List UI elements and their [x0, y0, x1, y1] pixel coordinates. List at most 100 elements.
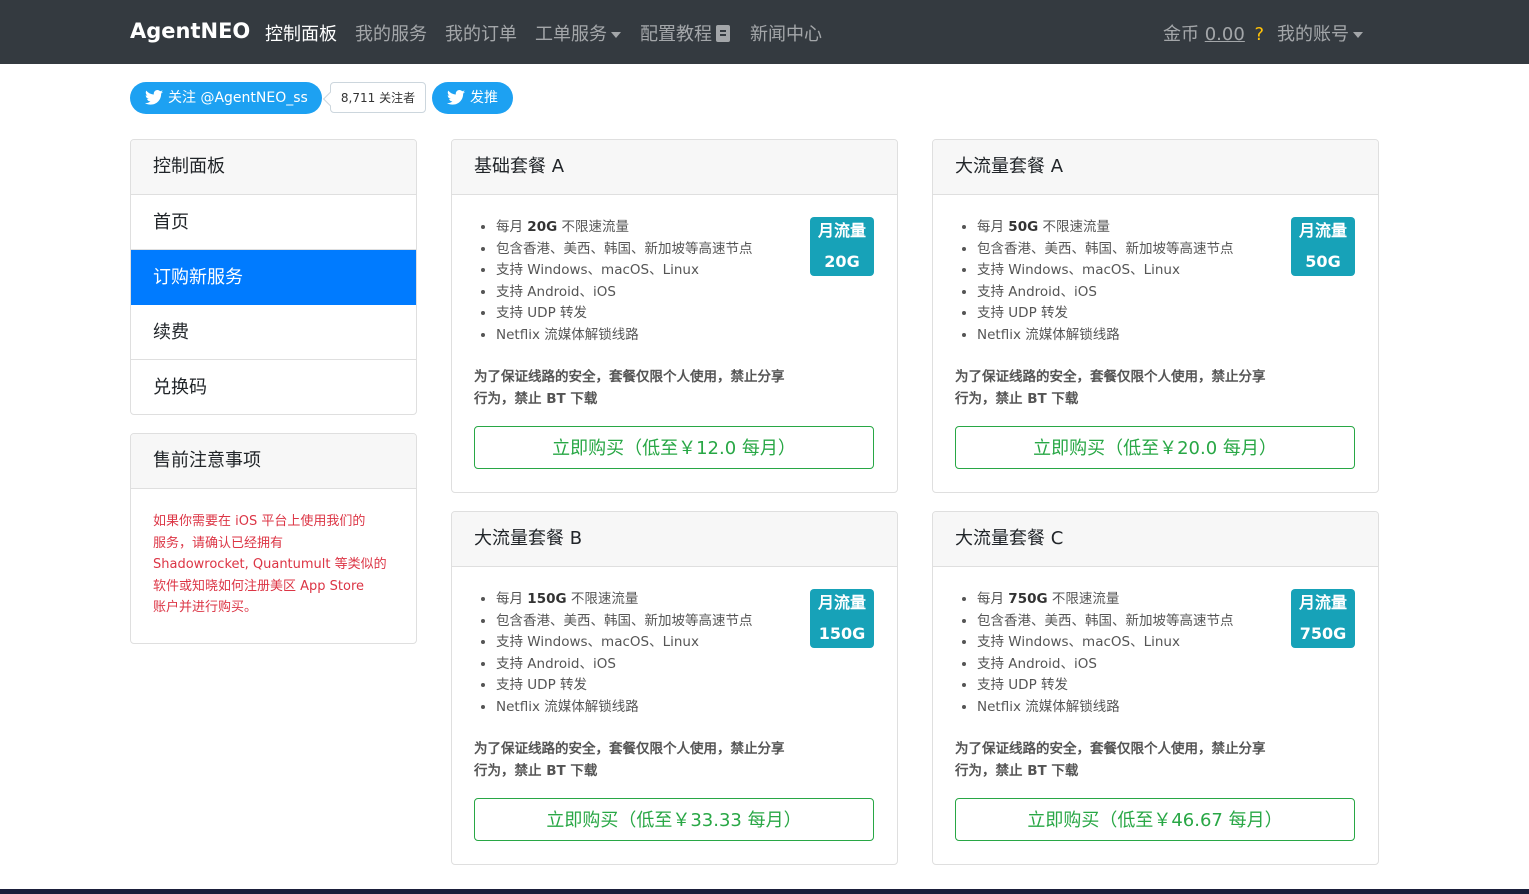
nav-tutorials[interactable]: 配置教程 — [640, 20, 730, 46]
buy-now-button[interactable]: 立即购买（低至￥20.0 每月） — [955, 426, 1355, 469]
plan-feature: 包含香港、美西、韩国、新加坡等高速节点 — [977, 611, 1234, 633]
plan-feature: Netflix 流媒体解锁线路 — [977, 325, 1234, 347]
sidebar-title: 控制面板 — [131, 140, 416, 195]
buy-now-button[interactable]: 立即购买（低至￥33.33 每月） — [474, 798, 874, 841]
plan-feature: 支持 Android、iOS — [977, 654, 1234, 676]
badge-value: 50G — [1305, 252, 1341, 271]
feature-prefix: 每月 — [496, 219, 528, 235]
coin-balance[interactable]: 金币 0.00 ? — [1163, 20, 1264, 46]
plan-feature: Netflix 流媒体解锁线路 — [496, 325, 753, 347]
presale-notice-card: 售前注意事项 如果你需要在 iOS 平台上使用我们的 服务，请确认已经拥有 Sh… — [130, 433, 417, 644]
sidebar-nav-card: 控制面板 首页 订购新服务 续费 兑换码 — [130, 139, 417, 415]
chevron-down-icon — [1353, 32, 1363, 38]
twitter-follow-label: 关注 @AgentNEO_ss — [168, 90, 308, 106]
plan-card: 基础套餐 A 每月 20G 不限速流量包含香港、美西、韩国、新加坡等高速节点支持 … — [451, 139, 898, 493]
account-label: 我的账号 — [1277, 24, 1349, 45]
plan-title: 大流量套餐 C — [933, 512, 1378, 567]
plan-title: 大流量套餐 A — [933, 140, 1378, 195]
plan-feature: 支持 UDP 转发 — [496, 303, 753, 325]
twitter-bird-icon — [145, 90, 163, 105]
warning-line: 为了保证线路的安全，套餐仅限个人使用，禁止分享 — [955, 369, 1266, 385]
badge-value: 20G — [824, 252, 860, 271]
usage-warning: 为了保证线路的安全，套餐仅限个人使用，禁止分享 行为，禁止 BT 下载 — [955, 366, 1315, 410]
plan-feature: Netflix 流媒体解锁线路 — [977, 697, 1234, 719]
notice-title: 售前注意事项 — [131, 434, 416, 489]
warning-line: 为了保证线路的安全，套餐仅限个人使用，禁止分享 — [474, 369, 785, 385]
plan-feature-list: 每月 150G 不限速流量包含香港、美西、韩国、新加坡等高速节点支持 Windo… — [474, 589, 753, 719]
plan-feature: 包含香港、美西、韩国、新加坡等高速节点 — [496, 611, 753, 633]
feature-prefix: 每月 — [496, 591, 528, 607]
twitter-bird-icon — [447, 90, 465, 105]
twitter-tweet-button[interactable]: 发推 — [432, 82, 513, 114]
plan-feature-list: 每月 750G 不限速流量包含香港、美西、韩国、新加坡等高速节点支持 Windo… — [955, 589, 1234, 719]
plan-feature: 包含香港、美西、韩国、新加坡等高速节点 — [977, 239, 1234, 261]
monthly-traffic-badge: 月流量 50G — [1291, 217, 1355, 276]
nav-tickets-label: 工单服务 — [535, 24, 607, 45]
badge-label: 月流量 — [1298, 593, 1347, 612]
nav-news[interactable]: 新闻中心 — [750, 20, 822, 46]
nav-my-services[interactable]: 我的服务 — [355, 20, 427, 46]
brand-logo[interactable]: AgentNEO — [130, 19, 250, 43]
plan-feature: 支持 Windows、macOS、Linux — [496, 260, 753, 282]
feature-suffix: 不限速流量 — [557, 219, 629, 235]
sidebar-item-order-new[interactable]: 订购新服务 — [131, 250, 416, 305]
monthly-traffic-badge: 月流量 750G — [1291, 589, 1355, 648]
plan-feature: 支持 Android、iOS — [496, 282, 753, 304]
sidebar-item-renew[interactable]: 续费 — [131, 305, 416, 360]
plan-feature-traffic: 每月 750G 不限速流量 — [977, 589, 1234, 611]
twitter-tweet-label: 发推 — [470, 90, 498, 106]
nav-dashboard[interactable]: 控制面板 — [265, 20, 337, 46]
plan-feature: 包含香港、美西、韩国、新加坡等高速节点 — [496, 239, 753, 261]
plan-feature: 支持 Windows、macOS、Linux — [977, 260, 1234, 282]
top-navbar: AgentNEO 控制面板 我的服务 我的订单 工单服务 配置教程 新闻中心 金… — [0, 0, 1529, 64]
buy-now-button[interactable]: 立即购买（低至￥12.0 每月） — [474, 426, 874, 469]
badge-label: 月流量 — [1298, 221, 1347, 240]
plan-title: 大流量套餐 B — [452, 512, 897, 567]
sidebar-item-redeem-code[interactable]: 兑换码 — [131, 360, 416, 414]
twitter-follow-button[interactable]: 关注 @AgentNEO_ss — [130, 82, 322, 114]
plan-feature: Netflix 流媒体解锁线路 — [496, 697, 753, 719]
page-bottom-edge — [0, 889, 1529, 894]
warning-line: 为了保证线路的安全，套餐仅限个人使用，禁止分享 — [955, 741, 1266, 757]
feature-prefix: 每月 — [977, 219, 1009, 235]
badge-label: 月流量 — [817, 593, 866, 612]
twitter-followers-count[interactable]: 8,711 关注者 — [330, 82, 426, 113]
feature-prefix: 每月 — [977, 591, 1009, 607]
warning-line: 行为，禁止 BT 下载 — [955, 391, 1079, 407]
plan-card: 大流量套餐 A 每月 50G 不限速流量包含香港、美西、韩国、新加坡等高速节点支持… — [932, 139, 1379, 493]
notice-line: 如果你需要在 iOS 平台上使用我们的 — [153, 514, 366, 529]
warning-line: 为了保证线路的安全，套餐仅限个人使用，禁止分享 — [474, 741, 785, 757]
feature-suffix: 不限速流量 — [566, 591, 639, 607]
help-icon[interactable]: ? — [1255, 24, 1265, 45]
feature-suffix: 不限速流量 — [1047, 591, 1120, 607]
badge-value: 750G — [1299, 624, 1347, 643]
traffic-amount: 20G — [527, 219, 558, 235]
usage-warning: 为了保证线路的安全，套餐仅限个人使用，禁止分享 行为，禁止 BT 下载 — [474, 366, 834, 410]
sidebar-item-home[interactable]: 首页 — [131, 195, 416, 250]
badge-label: 月流量 — [817, 221, 866, 240]
traffic-amount: 50G — [1008, 219, 1039, 235]
account-dropdown[interactable]: 我的账号 — [1277, 20, 1363, 46]
chevron-down-icon — [611, 32, 621, 38]
warning-line: 行为，禁止 BT 下载 — [955, 763, 1079, 779]
plan-feature-traffic: 每月 50G 不限速流量 — [977, 217, 1234, 239]
notice-line: 软件或知晓如何注册美区 App Store — [153, 578, 365, 594]
usage-warning: 为了保证线路的安全，套餐仅限个人使用，禁止分享 行为，禁止 BT 下载 — [474, 738, 834, 782]
monthly-traffic-badge: 月流量 150G — [810, 589, 874, 648]
buy-now-button[interactable]: 立即购买（低至￥46.67 每月） — [955, 798, 1355, 841]
book-icon — [716, 25, 730, 42]
nav-my-orders[interactable]: 我的订单 — [445, 20, 517, 46]
notice-text: 如果你需要在 iOS 平台上使用我们的 服务，请确认已经拥有 Shadowroc… — [131, 489, 416, 641]
plan-feature-traffic: 每月 20G 不限速流量 — [496, 217, 753, 239]
notice-line: Shadowrocket, Quantumult 等类似的 — [153, 557, 387, 572]
plan-feature-list: 每月 20G 不限速流量包含香港、美西、韩国、新加坡等高速节点支持 Window… — [474, 217, 753, 347]
plan-feature: 支持 Android、iOS — [496, 654, 753, 676]
notice-line: 服务，请确认已经拥有 — [153, 535, 284, 551]
usage-warning: 为了保证线路的安全，套餐仅限个人使用，禁止分享 行为，禁止 BT 下载 — [955, 738, 1315, 782]
plan-feature: 支持 Android、iOS — [977, 282, 1234, 304]
plan-card: 大流量套餐 C 每月 750G 不限速流量包含香港、美西、韩国、新加坡等高速节点支… — [932, 511, 1379, 865]
coin-value[interactable]: 0.00 — [1205, 24, 1245, 45]
nav-tickets-dropdown[interactable]: 工单服务 — [535, 20, 621, 46]
plan-feature: 支持 UDP 转发 — [977, 675, 1234, 697]
plan-feature: 支持 UDP 转发 — [977, 303, 1234, 325]
